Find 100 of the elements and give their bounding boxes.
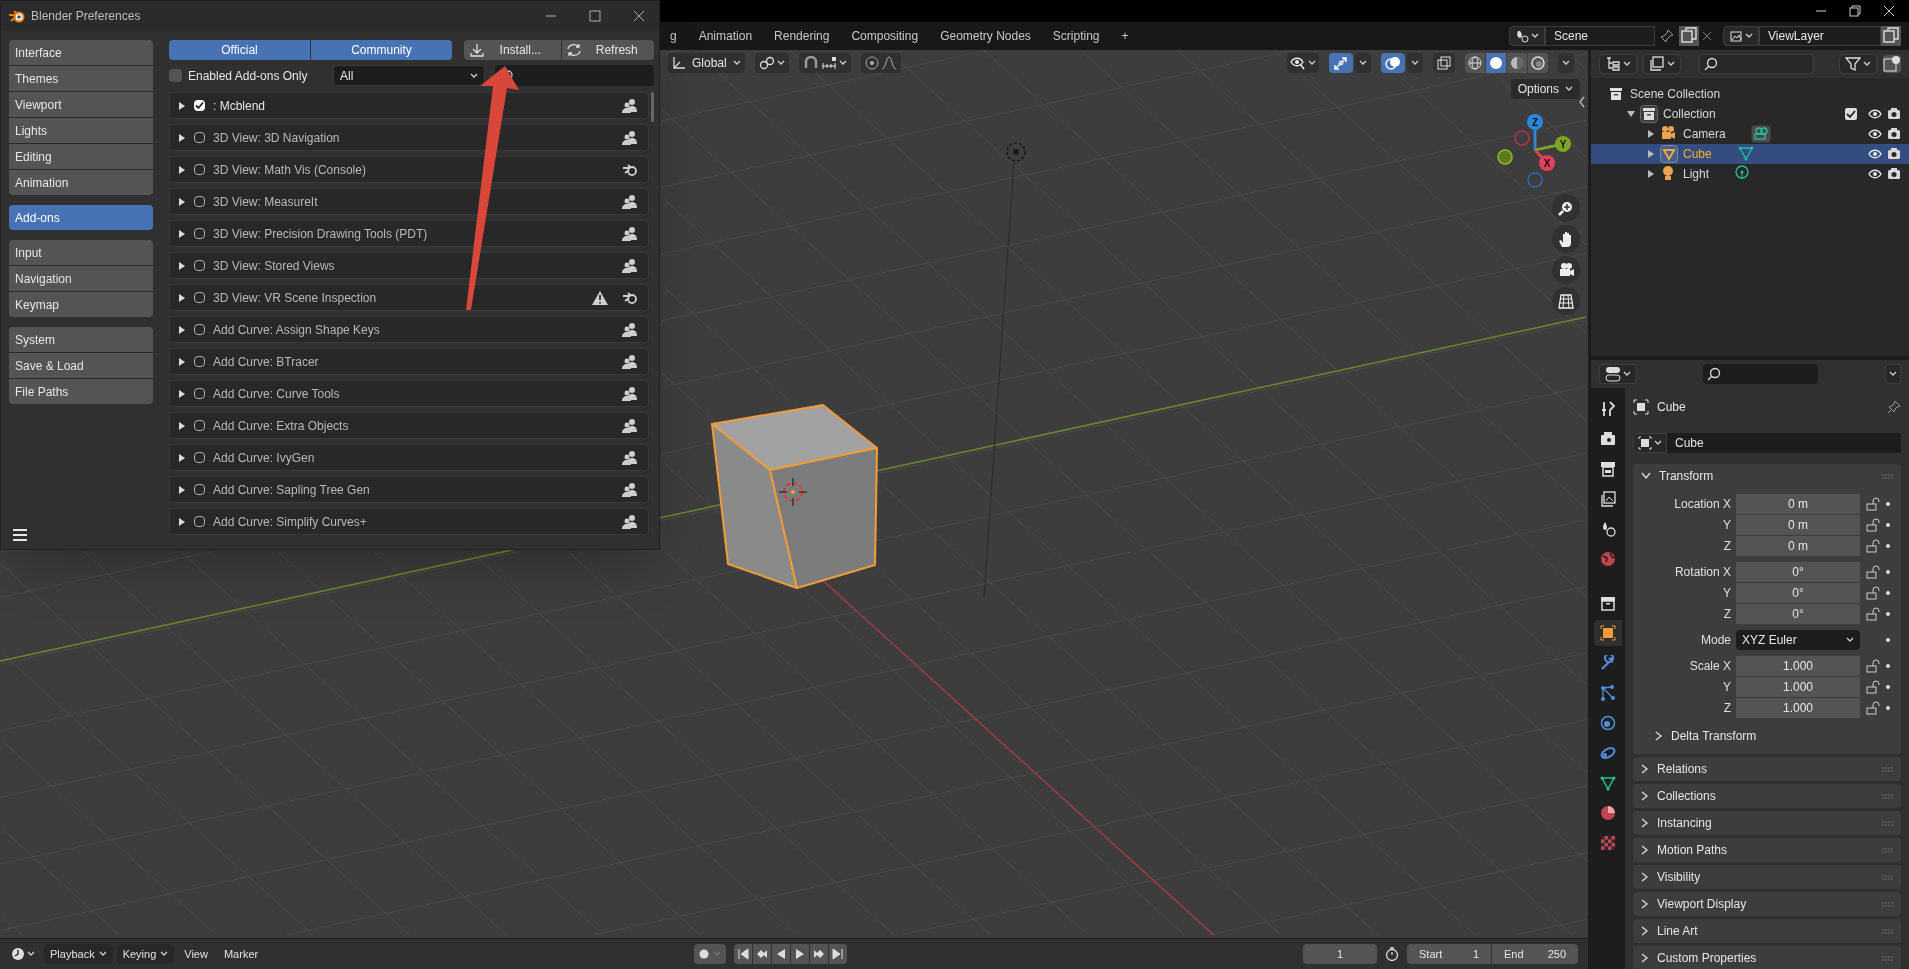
close-icon[interactable] <box>633 10 645 22</box>
scene-type-button[interactable] <box>1509 26 1545 46</box>
shading-mode-button[interactable] <box>1507 53 1527 73</box>
addon-row[interactable]: 3D View: Stored Views <box>169 252 649 279</box>
properties-tab[interactable] <box>1594 620 1622 646</box>
navigation-button[interactable] <box>1552 287 1580 315</box>
number-field[interactable]: 1.000 <box>1736 677 1860 697</box>
render-camera-icon[interactable] <box>1887 127 1901 141</box>
orientation-dropdown[interactable]: Global <box>668 53 745 73</box>
padlock-icon[interactable] <box>1866 565 1880 579</box>
outliner-row[interactable]: Camera <box>1591 124 1909 144</box>
options-dropdown[interactable]: Options <box>1510 79 1580 99</box>
eye-icon[interactable] <box>1868 108 1882 120</box>
playback-button[interactable] <box>829 944 848 964</box>
toggle-button[interactable] <box>1381 53 1405 73</box>
addon-row[interactable]: Add Curve: Extra Objects <box>169 412 649 439</box>
sidebar-item[interactable]: Add-ons <box>9 205 153 230</box>
workspace-tab[interactable]: + <box>1111 25 1139 47</box>
playback-button[interactable] <box>791 944 810 964</box>
checkmark-icon[interactable] <box>1845 108 1857 120</box>
addon-row[interactable]: Add Curve: Assign Shape Keys <box>169 316 649 343</box>
addon-row[interactable]: Add Curve: IvyGen <box>169 444 649 471</box>
workspace-tab[interactable]: Compositing <box>841 25 929 47</box>
menu-icon[interactable] <box>13 529 27 541</box>
addon-checkbox[interactable] <box>194 132 205 143</box>
mode-dropdown[interactable]: XYZ Euler <box>1736 630 1860 650</box>
sidebar-item[interactable]: Viewport <box>9 92 153 117</box>
panel-header[interactable]: Collections <box>1633 784 1901 808</box>
menu-item[interactable]: Playback <box>44 944 113 964</box>
workspace-tab[interactable]: Rendering <box>764 25 840 47</box>
padlock-icon[interactable] <box>1866 607 1880 621</box>
number-field[interactable]: 1.000 <box>1736 656 1860 676</box>
panel-header[interactable]: Transform <box>1633 464 1901 488</box>
pin-icon[interactable] <box>1887 400 1901 414</box>
collapse-triangle-icon[interactable] <box>178 389 186 398</box>
proportional-controls[interactable] <box>860 53 901 73</box>
dropdown-button[interactable] <box>1885 364 1901 384</box>
addon-row[interactable]: 3D View: Precision Drawing Tools (PDT) <box>169 220 649 247</box>
collapse-triangle-icon[interactable] <box>178 197 186 206</box>
collapse-triangle-icon[interactable] <box>1647 170 1655 178</box>
duplicate-icon[interactable] <box>1881 26 1901 46</box>
menu-item[interactable]: Keying <box>116 944 175 964</box>
end-frame-field[interactable]: End 250 <box>1492 944 1578 964</box>
addon-row[interactable]: 3D View: 3D Navigation <box>169 124 649 151</box>
keyframe-dot-icon[interactable] <box>1886 523 1890 527</box>
datablock-type-button[interactable] <box>1633 433 1667 453</box>
sidebar-item[interactable]: Animation <box>9 170 153 195</box>
number-field[interactable]: 0 m <box>1736 536 1860 556</box>
sidebar-item[interactable]: Navigation <box>9 266 153 291</box>
view-layer-button[interactable] <box>1643 54 1681 74</box>
workspace-tab[interactable]: g <box>660 25 687 47</box>
workspace-tab[interactable]: Geometry Nodes <box>930 25 1041 47</box>
scene-type-button[interactable] <box>1723 26 1759 46</box>
keyframe-dot-icon[interactable] <box>1886 570 1890 574</box>
sidebar-item[interactable]: Keymap <box>9 292 153 317</box>
record-button[interactable] <box>694 944 727 964</box>
addon-checkbox[interactable] <box>194 324 205 335</box>
number-field[interactable]: 0° <box>1736 604 1860 624</box>
datablock-name-field[interactable]: Cube <box>1667 433 1901 453</box>
shading-mode-button[interactable] <box>1465 53 1485 73</box>
collapse-triangle-icon[interactable] <box>178 165 186 174</box>
number-field[interactable]: 0 m <box>1736 494 1860 514</box>
sidebar-item[interactable]: System <box>9 327 153 352</box>
install-button[interactable]: Install... <box>464 40 561 60</box>
addon-row[interactable]: 3D View: Math Vis (Console) <box>169 156 649 183</box>
addon-row[interactable]: Add Curve: Curve Tools <box>169 380 649 407</box>
outliner-row[interactable]: Collection <box>1591 104 1909 124</box>
keyframe-dot-icon[interactable] <box>1886 638 1890 642</box>
navigation-gizmo-drawing[interactable] <box>1497 114 1571 188</box>
addon-row[interactable]: 3D View: MeasureIt <box>169 188 649 215</box>
padlock-icon[interactable] <box>1866 701 1880 715</box>
sidebar-item[interactable]: Input <box>9 240 153 265</box>
pivot-dropdown[interactable] <box>754 53 789 73</box>
padlock-icon[interactable] <box>1866 539 1880 553</box>
keyframe-dot-icon[interactable] <box>1886 612 1890 616</box>
collapse-triangle-icon[interactable] <box>178 453 186 462</box>
panel-header[interactable]: Relations <box>1633 757 1901 781</box>
visibility-dropdown[interactable] <box>1287 53 1319 73</box>
keyframe-dot-icon[interactable] <box>1886 664 1890 668</box>
outliner-row[interactable]: Light <box>1591 164 1909 184</box>
eye-icon[interactable] <box>1868 128 1882 140</box>
padlock-icon[interactable] <box>1866 680 1880 694</box>
keyframe-dot-icon[interactable] <box>1886 502 1890 506</box>
panel-header[interactable]: Visibility <box>1633 865 1901 889</box>
navigation-button[interactable] <box>1552 194 1580 222</box>
navigation-button[interactable] <box>1552 225 1580 253</box>
maximize-icon[interactable] <box>589 10 601 22</box>
panel-header[interactable]: Motion Paths <box>1633 838 1901 862</box>
name-field[interactable]: ViewLayer <box>1759 26 1881 46</box>
shading-mode-button[interactable] <box>1528 53 1548 73</box>
workspace-tab[interactable]: Animation <box>688 25 763 47</box>
keyframe-dot-icon[interactable] <box>1886 591 1890 595</box>
addon-checkbox[interactable] <box>194 484 205 495</box>
editor-type-button[interactable] <box>1599 364 1637 384</box>
collapse-triangle-icon[interactable] <box>178 517 186 526</box>
padlock-icon[interactable] <box>1866 659 1880 673</box>
collapse-triangle-icon[interactable] <box>178 421 186 430</box>
filter-tab[interactable]: Community <box>311 40 452 60</box>
padlock-icon[interactable] <box>1866 518 1880 532</box>
filter-button[interactable] <box>1839 54 1877 74</box>
